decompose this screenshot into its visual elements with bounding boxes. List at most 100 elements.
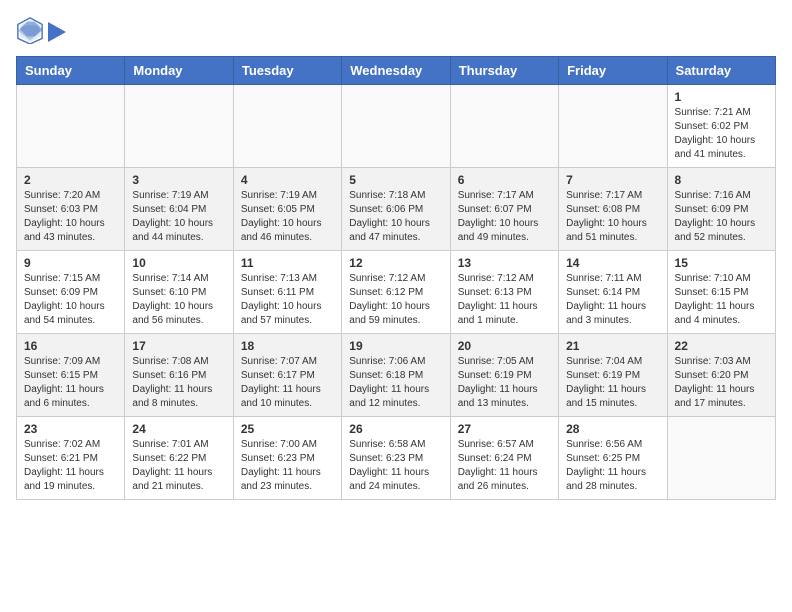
day-info: Sunrise: 7:06 AM Sunset: 6:18 PM Dayligh… bbox=[349, 355, 442, 411]
day-number: 22 bbox=[675, 339, 768, 353]
col-header-monday: Monday bbox=[125, 57, 233, 85]
day-number: 7 bbox=[566, 173, 659, 187]
day-info: Sunrise: 7:19 AM Sunset: 6:05 PM Dayligh… bbox=[241, 189, 334, 245]
day-info: Sunrise: 7:17 AM Sunset: 6:07 PM Dayligh… bbox=[458, 189, 551, 245]
page-header bbox=[16, 16, 776, 44]
day-info: Sunrise: 7:04 AM Sunset: 6:19 PM Dayligh… bbox=[566, 355, 659, 411]
day-number: 4 bbox=[241, 173, 334, 187]
calendar-cell bbox=[233, 85, 341, 168]
calendar-cell bbox=[450, 85, 558, 168]
calendar-table: SundayMondayTuesdayWednesdayThursdayFrid… bbox=[16, 56, 776, 500]
day-number: 16 bbox=[24, 339, 117, 353]
logo-text bbox=[48, 20, 66, 40]
day-number: 6 bbox=[458, 173, 551, 187]
calendar-cell: 13Sunrise: 7:12 AM Sunset: 6:13 PM Dayli… bbox=[450, 251, 558, 334]
day-number: 20 bbox=[458, 339, 551, 353]
calendar-cell: 4 Sunrise: 7:19 AM Sunset: 6:05 PM Daylig… bbox=[233, 168, 341, 251]
day-number: 8 bbox=[675, 173, 768, 187]
logo bbox=[16, 16, 66, 44]
day-info: Sunrise: 7:08 AM Sunset: 6:16 PM Dayligh… bbox=[132, 355, 225, 411]
day-info: Sunrise: 7:21 AM Sunset: 6:02 PM Dayligh… bbox=[675, 106, 768, 162]
calendar-cell: 14Sunrise: 7:11 AM Sunset: 6:14 PM Dayli… bbox=[559, 251, 667, 334]
calendar-week-row: 16 Sunrise: 7:09 AM Sunset: 6:15 PM Dayli… bbox=[17, 334, 776, 417]
calendar-cell bbox=[667, 417, 775, 500]
calendar-cell: 25 Sunrise: 7:00 AM Sunset: 6:23 PM Dayli… bbox=[233, 417, 341, 500]
day-number: 9 bbox=[24, 256, 117, 270]
day-info: Sunrise: 7:19 AM Sunset: 6:04 PM Dayligh… bbox=[132, 189, 225, 245]
day-number: 1 bbox=[675, 90, 768, 104]
calendar-cell: 11 Sunrise: 7:13 AM Sunset: 6:11 PM Dayli… bbox=[233, 251, 341, 334]
day-number: 5 bbox=[349, 173, 442, 187]
calendar-cell: 28 Sunrise: 6:56 AM Sunset: 6:25 PM Dayli… bbox=[559, 417, 667, 500]
col-header-tuesday: Tuesday bbox=[233, 57, 341, 85]
calendar-cell bbox=[342, 85, 450, 168]
calendar-cell: 18 Sunrise: 7:07 AM Sunset: 6:17 PM Dayli… bbox=[233, 334, 341, 417]
day-info: Sunrise: 7:20 AM Sunset: 6:03 PM Dayligh… bbox=[24, 189, 117, 245]
day-info: Sunrise: 7:07 AM Sunset: 6:17 PM Dayligh… bbox=[241, 355, 334, 411]
day-number: 10 bbox=[132, 256, 225, 270]
calendar-cell: 6 Sunrise: 7:17 AM Sunset: 6:07 PM Daylig… bbox=[450, 168, 558, 251]
day-info: Sunrise: 7:00 AM Sunset: 6:23 PM Dayligh… bbox=[241, 438, 334, 494]
calendar-cell: 17Sunrise: 7:08 AM Sunset: 6:16 PM Dayli… bbox=[125, 334, 233, 417]
day-number: 18 bbox=[241, 339, 334, 353]
calendar-week-row: 2 Sunrise: 7:20 AM Sunset: 6:03 PM Daylig… bbox=[17, 168, 776, 251]
day-number: 21 bbox=[566, 339, 659, 353]
day-number: 12 bbox=[349, 256, 442, 270]
day-info: Sunrise: 7:09 AM Sunset: 6:15 PM Dayligh… bbox=[24, 355, 117, 411]
col-header-wednesday: Wednesday bbox=[342, 57, 450, 85]
calendar-cell: 1 Sunrise: 7:21 AM Sunset: 6:02 PM Daylig… bbox=[667, 85, 775, 168]
day-info: Sunrise: 7:02 AM Sunset: 6:21 PM Dayligh… bbox=[24, 438, 117, 494]
day-number: 28 bbox=[566, 422, 659, 436]
day-number: 26 bbox=[349, 422, 442, 436]
day-number: 2 bbox=[24, 173, 117, 187]
calendar-cell: 27Sunrise: 6:57 AM Sunset: 6:24 PM Dayli… bbox=[450, 417, 558, 500]
day-number: 15 bbox=[675, 256, 768, 270]
day-info: Sunrise: 7:12 AM Sunset: 6:12 PM Dayligh… bbox=[349, 272, 442, 328]
day-number: 11 bbox=[241, 256, 334, 270]
day-info: Sunrise: 7:17 AM Sunset: 6:08 PM Dayligh… bbox=[566, 189, 659, 245]
col-header-thursday: Thursday bbox=[450, 57, 558, 85]
day-info: Sunrise: 7:18 AM Sunset: 6:06 PM Dayligh… bbox=[349, 189, 442, 245]
day-info: Sunrise: 7:13 AM Sunset: 6:11 PM Dayligh… bbox=[241, 272, 334, 328]
day-info: Sunrise: 7:15 AM Sunset: 6:09 PM Dayligh… bbox=[24, 272, 117, 328]
calendar-cell: 20 Sunrise: 7:05 AM Sunset: 6:19 PM Dayli… bbox=[450, 334, 558, 417]
day-info: Sunrise: 7:03 AM Sunset: 6:20 PM Dayligh… bbox=[675, 355, 768, 411]
logo-triangle bbox=[48, 22, 66, 42]
day-number: 24 bbox=[132, 422, 225, 436]
calendar-week-row: 1 Sunrise: 7:21 AM Sunset: 6:02 PM Daylig… bbox=[17, 85, 776, 168]
calendar-cell: 3Sunrise: 7:19 AM Sunset: 6:04 PM Daylig… bbox=[125, 168, 233, 251]
day-info: Sunrise: 6:57 AM Sunset: 6:24 PM Dayligh… bbox=[458, 438, 551, 494]
day-number: 14 bbox=[566, 256, 659, 270]
calendar-cell: 21 Sunrise: 7:04 AM Sunset: 6:19 PM Dayli… bbox=[559, 334, 667, 417]
day-info: Sunrise: 6:58 AM Sunset: 6:23 PM Dayligh… bbox=[349, 438, 442, 494]
calendar-cell: 26 Sunrise: 6:58 AM Sunset: 6:23 PM Dayli… bbox=[342, 417, 450, 500]
day-info: Sunrise: 7:14 AM Sunset: 6:10 PM Dayligh… bbox=[132, 272, 225, 328]
calendar-cell: 23 Sunrise: 7:02 AM Sunset: 6:21 PM Dayli… bbox=[17, 417, 125, 500]
calendar-cell: 7 Sunrise: 7:17 AM Sunset: 6:08 PM Daylig… bbox=[559, 168, 667, 251]
day-number: 19 bbox=[349, 339, 442, 353]
day-info: Sunrise: 7:01 AM Sunset: 6:22 PM Dayligh… bbox=[132, 438, 225, 494]
calendar-cell: 2 Sunrise: 7:20 AM Sunset: 6:03 PM Daylig… bbox=[17, 168, 125, 251]
calendar-cell: 8 Sunrise: 7:16 AM Sunset: 6:09 PM Daylig… bbox=[667, 168, 775, 251]
day-info: Sunrise: 7:16 AM Sunset: 6:09 PM Dayligh… bbox=[675, 189, 768, 245]
calendar-cell: 12 Sunrise: 7:12 AM Sunset: 6:12 PM Dayli… bbox=[342, 251, 450, 334]
calendar-week-row: 23 Sunrise: 7:02 AM Sunset: 6:21 PM Dayli… bbox=[17, 417, 776, 500]
calendar-cell: 24 Sunrise: 7:01 AM Sunset: 6:22 PM Dayli… bbox=[125, 417, 233, 500]
day-number: 25 bbox=[241, 422, 334, 436]
calendar-cell: 5 Sunrise: 7:18 AM Sunset: 6:06 PM Daylig… bbox=[342, 168, 450, 251]
col-header-sunday: Sunday bbox=[17, 57, 125, 85]
day-info: Sunrise: 7:12 AM Sunset: 6:13 PM Dayligh… bbox=[458, 272, 551, 328]
calendar-cell bbox=[559, 85, 667, 168]
calendar-cell: 9 Sunrise: 7:15 AM Sunset: 6:09 PM Daylig… bbox=[17, 251, 125, 334]
calendar-week-row: 9 Sunrise: 7:15 AM Sunset: 6:09 PM Daylig… bbox=[17, 251, 776, 334]
day-info: Sunrise: 7:05 AM Sunset: 6:19 PM Dayligh… bbox=[458, 355, 551, 411]
day-info: Sunrise: 6:56 AM Sunset: 6:25 PM Dayligh… bbox=[566, 438, 659, 494]
calendar-cell bbox=[125, 85, 233, 168]
calendar-cell: 16 Sunrise: 7:09 AM Sunset: 6:15 PM Dayli… bbox=[17, 334, 125, 417]
calendar-cell: 15Sunrise: 7:10 AM Sunset: 6:15 PM Dayli… bbox=[667, 251, 775, 334]
day-number: 23 bbox=[24, 422, 117, 436]
col-header-friday: Friday bbox=[559, 57, 667, 85]
logo-icon bbox=[16, 16, 44, 44]
calendar-header-row: SundayMondayTuesdayWednesdayThursdayFrid… bbox=[17, 57, 776, 85]
calendar-cell bbox=[17, 85, 125, 168]
